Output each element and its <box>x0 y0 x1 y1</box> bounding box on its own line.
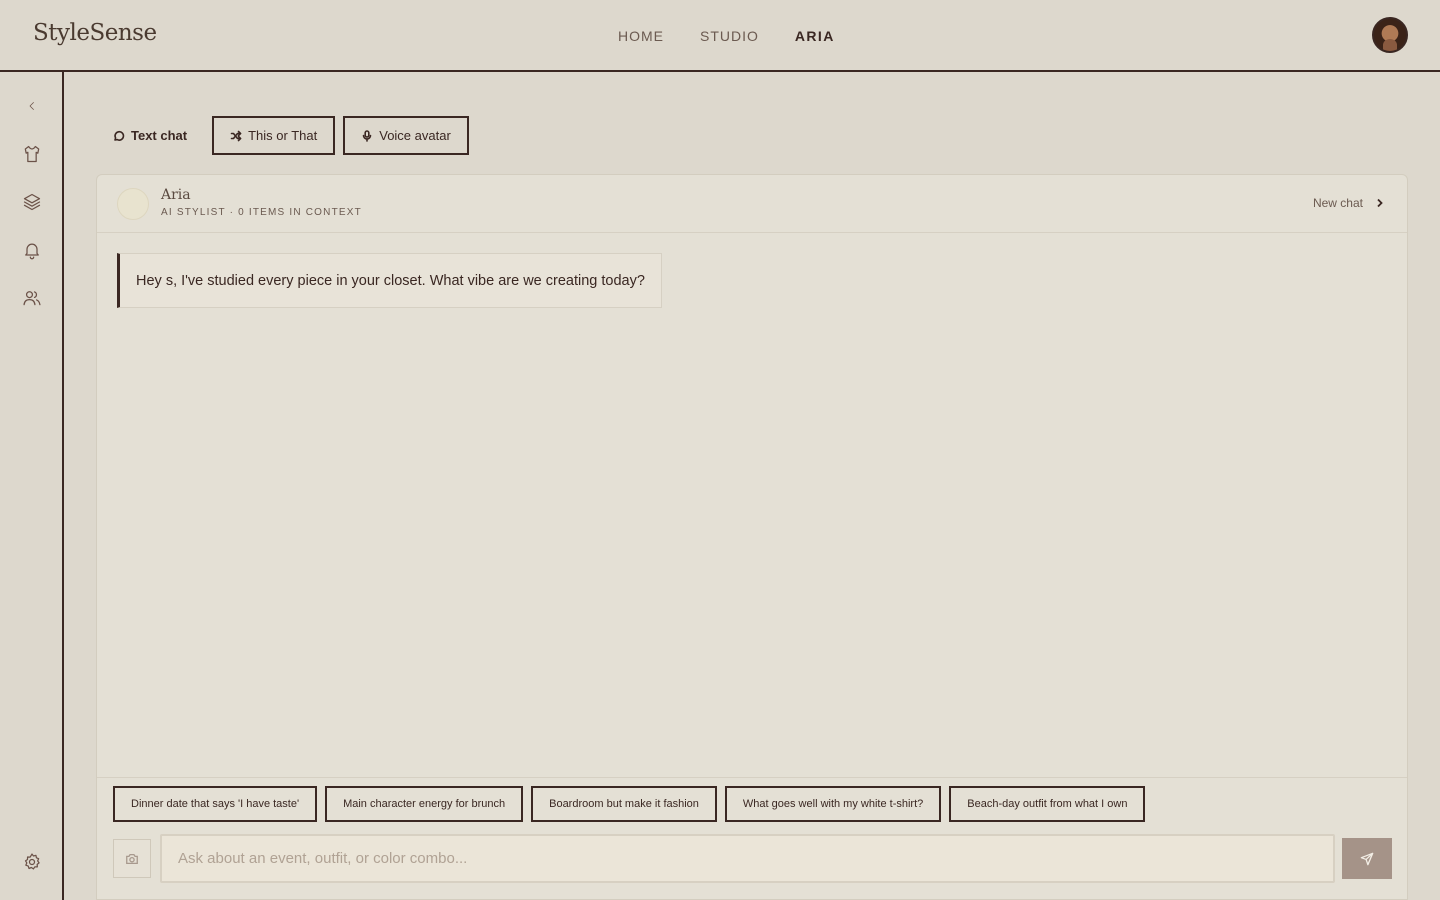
nav-aria[interactable]: ARIA <box>795 28 835 44</box>
tab-voice-avatar-label: Voice avatar <box>379 128 451 143</box>
chat-panel: Aria AI STYLIST · 0 ITEMS IN CONTEXT New… <box>96 174 1408 900</box>
send-button[interactable] <box>1342 838 1392 879</box>
suggestion-chip[interactable]: Beach-day outfit from what I own <box>949 786 1146 822</box>
attach-photo-button[interactable] <box>113 839 151 878</box>
assistant-name: Aria <box>161 187 191 203</box>
message-circle-icon <box>114 130 125 141</box>
new-chat-button[interactable]: New chat <box>1313 196 1385 210</box>
tab-voice-avatar[interactable]: Voice avatar <box>343 116 469 155</box>
gear-icon[interactable] <box>20 850 44 874</box>
users-icon[interactable] <box>20 286 44 310</box>
chevron-left-icon[interactable] <box>20 94 44 118</box>
assistant-avatar <box>117 188 149 220</box>
tab-this-or-that-label: This or That <box>248 128 318 143</box>
message-text: Hey s, I've studied every piece in your … <box>136 272 645 289</box>
shuffle-icon <box>230 130 242 141</box>
assistant-message: Hey s, I've studied every piece in your … <box>117 253 662 308</box>
suggestion-chip[interactable]: What goes well with my white t-shirt? <box>724 786 942 822</box>
tab-this-or-that[interactable]: This or That <box>212 116 336 155</box>
suggestion-chips: Dinner date that says 'I have taste' Mai… <box>113 786 1146 822</box>
layers-icon[interactable] <box>20 190 44 214</box>
bell-icon[interactable] <box>20 238 44 262</box>
chevron-right-icon <box>1377 198 1383 208</box>
suggestion-chip[interactable]: Dinner date that says 'I have taste' <box>113 786 318 822</box>
camera-icon <box>126 853 138 864</box>
tab-text-chat-label: Text chat <box>131 128 188 143</box>
suggestion-chip[interactable]: Main character energy for brunch <box>325 786 524 822</box>
app-logo[interactable]: StyleSense <box>33 20 157 46</box>
chat-mode-tabs: Text chat This or That Voice avatar <box>96 116 469 155</box>
nav-home[interactable]: HOME <box>618 28 664 44</box>
nav-studio[interactable]: STUDIO <box>700 28 759 44</box>
chat-header: Aria AI STYLIST · 0 ITEMS IN CONTEXT New… <box>97 175 1407 233</box>
chat-input[interactable] <box>160 834 1335 883</box>
divider <box>97 777 1407 778</box>
tab-text-chat[interactable]: Text chat <box>96 116 204 155</box>
user-avatar[interactable] <box>1372 17 1408 53</box>
assistant-subtitle: AI STYLIST · 0 ITEMS IN CONTEXT <box>161 207 362 218</box>
top-bar: StyleSense HOME STUDIO ARIA <box>0 0 1440 72</box>
mic-icon <box>362 129 372 142</box>
shirt-icon[interactable] <box>20 142 44 166</box>
send-icon <box>1360 852 1374 865</box>
suggestion-chip[interactable]: Boardroom but make it fashion <box>531 786 717 822</box>
main-nav: HOME STUDIO ARIA <box>618 28 835 44</box>
new-chat-label: New chat <box>1312 196 1363 210</box>
sidebar <box>0 72 64 900</box>
